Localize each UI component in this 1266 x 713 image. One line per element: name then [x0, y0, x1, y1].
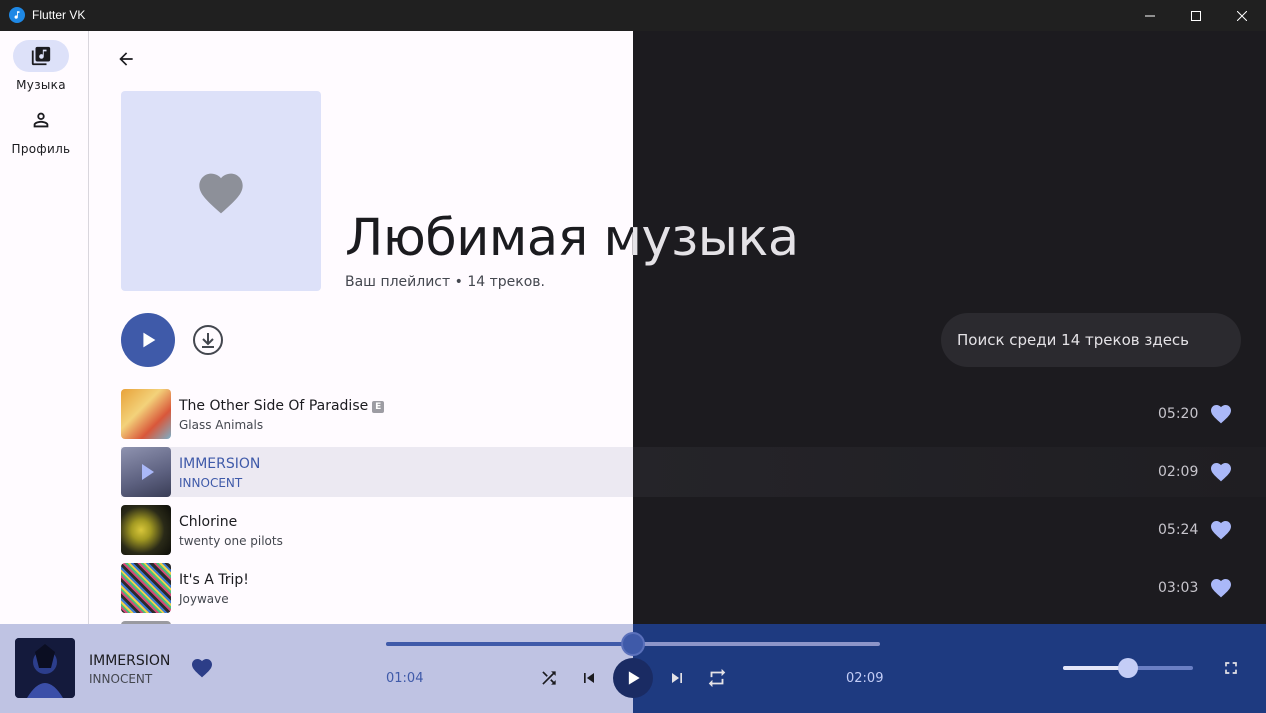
player-like-heart-icon[interactable]	[190, 656, 214, 680]
rail-item-profile[interactable]: Профиль	[0, 104, 82, 156]
window-title: Flutter VK	[32, 8, 86, 22]
track-duration: 03:03	[1158, 580, 1199, 596]
track-title: The Other Side Of Paradise E	[179, 398, 385, 414]
track-artist: twenty one pilots	[179, 534, 283, 548]
play-icon	[142, 464, 154, 480]
light-theme-pane: Музыка Профиль Любимая музыка Ваш плейли…	[0, 31, 633, 624]
track-cover	[121, 505, 171, 555]
repeat-icon[interactable]	[705, 666, 729, 690]
track-row[interactable]: The Other Side Of Paradise E Glass Animal…	[121, 389, 633, 439]
close-button[interactable]	[1219, 0, 1265, 31]
progress-knob[interactable]	[623, 634, 643, 654]
track-artist: Glass Animals	[179, 418, 264, 432]
player-track-title: IMMERSION	[89, 653, 171, 669]
player-track-artist: INNOCENT	[89, 672, 153, 686]
rail-item-music[interactable]: Музыка	[0, 40, 82, 92]
playlist-cover	[121, 91, 321, 291]
volume-knob[interactable]	[1118, 658, 1138, 678]
track-duration: 05:24	[1158, 522, 1199, 538]
explicit-badge: E	[372, 401, 385, 413]
track-duration: 02:09	[1158, 464, 1199, 480]
skip-next-icon[interactable]	[665, 666, 689, 690]
track-row[interactable]: Chlorine twenty one pilots	[121, 505, 633, 555]
like-heart-icon[interactable]	[1209, 460, 1233, 484]
maximize-button[interactable]	[1173, 0, 1219, 31]
heart-icon	[199, 173, 243, 214]
dark-theme-pane: Любимая музыка Поиск среди 14 треков зде…	[633, 31, 1266, 624]
track-artist: INNOCENT	[179, 476, 243, 490]
minimize-button[interactable]	[1127, 0, 1173, 31]
download-button[interactable]	[191, 323, 225, 357]
app-music-icon	[9, 7, 25, 23]
rail-label-profile: Профиль	[11, 142, 71, 156]
player-bar: IMMERSION INNOCENT 01:04 02:09	[0, 624, 1266, 713]
progress-fill	[386, 642, 633, 646]
rail-label-music: Музыка	[16, 78, 66, 92]
track-row[interactable]: IMMERSION INNOCENT	[121, 447, 633, 497]
like-heart-icon[interactable]	[1209, 518, 1233, 542]
skip-previous-icon[interactable]	[577, 666, 601, 690]
track-row[interactable]: It's A Trip! Joywave	[121, 563, 633, 613]
track-search-input[interactable]: Поиск среди 14 треков здесь	[941, 313, 1241, 367]
play-playlist-button[interactable]	[121, 313, 175, 367]
track-title: IMMERSION	[179, 456, 261, 472]
playlist-subtitle: Ваш плейлист • 14 треков.	[345, 274, 545, 290]
track-cover	[121, 389, 171, 439]
play-pause-button[interactable]	[613, 658, 653, 698]
back-arrow-icon[interactable]	[112, 45, 140, 73]
person-icon	[13, 104, 69, 136]
fullscreen-icon[interactable]	[1219, 656, 1243, 680]
window-titlebar: Flutter VK	[0, 0, 1266, 31]
play-icon	[143, 332, 156, 348]
download-icon	[193, 325, 223, 355]
library-music-icon	[13, 40, 69, 72]
play-icon	[628, 671, 640, 685]
track-title: Chlorine	[179, 514, 238, 530]
shuffle-icon[interactable]	[537, 666, 561, 690]
track-cover	[121, 563, 171, 613]
total-time: 02:09	[846, 671, 884, 686]
playlist-title-dark: Любимая музыка	[633, 209, 799, 268]
like-heart-icon[interactable]	[1209, 576, 1233, 600]
navigation-rail: Музыка Профиль	[0, 31, 89, 624]
player-cover[interactable]	[15, 638, 75, 698]
track-cover	[121, 447, 171, 497]
elapsed-time: 01:04	[386, 671, 424, 686]
track-artist: Joywave	[179, 592, 229, 606]
track-duration: 05:20	[1158, 406, 1199, 422]
track-title: It's A Trip!	[179, 572, 249, 588]
like-heart-icon[interactable]	[1209, 402, 1233, 426]
playlist-title: Любимая музыка	[345, 209, 633, 268]
